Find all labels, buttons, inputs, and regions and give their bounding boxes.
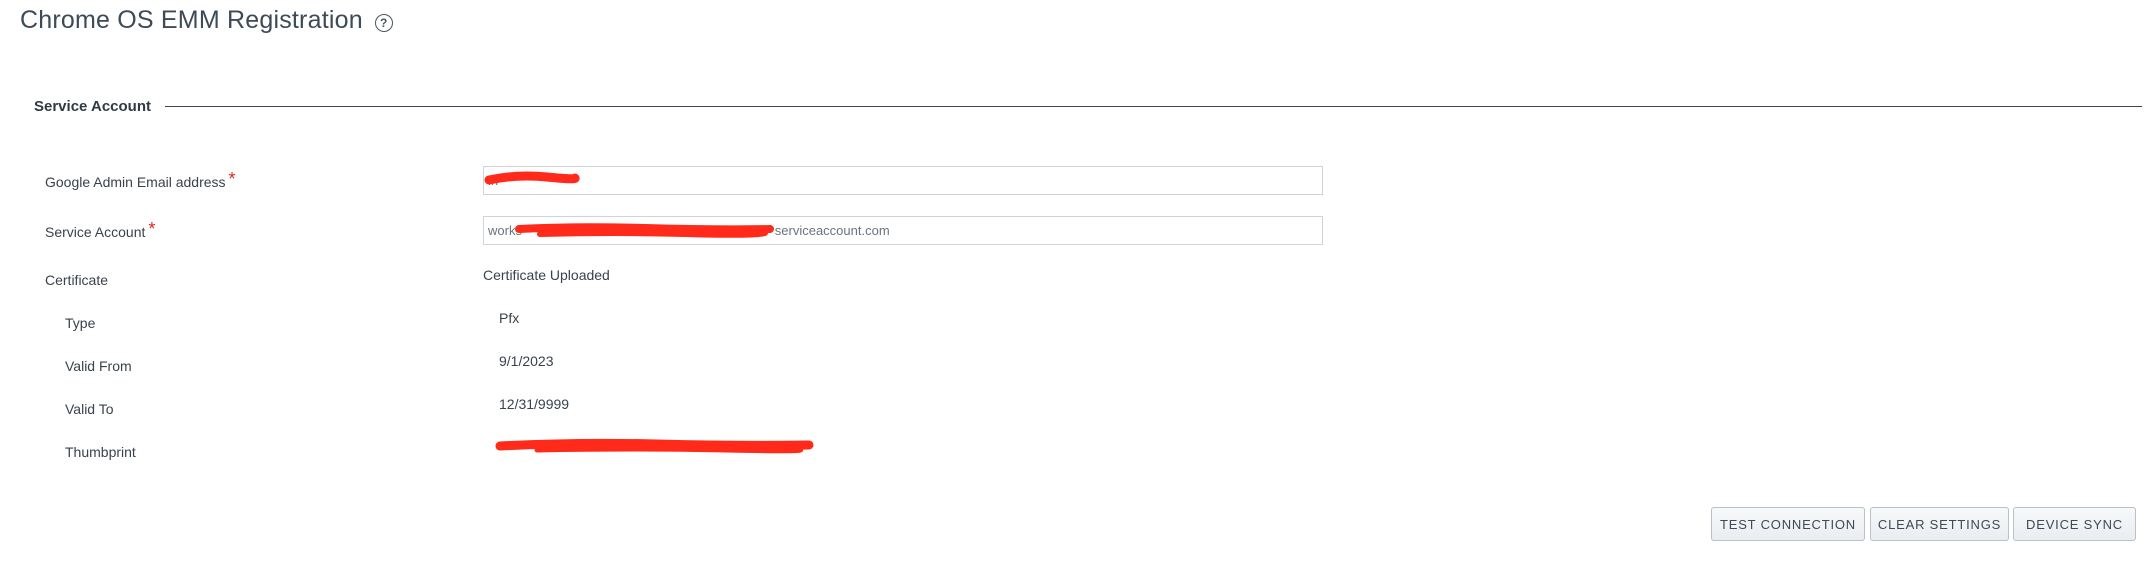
valid-to-label: Valid To [65, 401, 114, 417]
admin-email-label-text: Google Admin Email address [45, 174, 226, 190]
admin-email-field[interactable] [483, 166, 1323, 195]
service-account-label-text: Service Account [45, 224, 146, 240]
valid-from-value: 9/1/2023 [499, 353, 554, 369]
admin-email-label: Google Admin Email address * [45, 169, 236, 192]
redaction-mark [484, 171, 580, 185]
type-label: Type [65, 315, 96, 331]
required-marker: * [148, 219, 156, 239]
test-connection-button[interactable]: TEST CONNECTION [1711, 507, 1865, 541]
section-header: Service Account [34, 98, 2142, 115]
redaction-mark [495, 438, 814, 454]
required-marker: * [228, 169, 236, 189]
help-icon[interactable]: ? [374, 13, 393, 32]
certificate-label: Certificate [45, 272, 109, 288]
certificate-status: Certificate Uploaded [483, 267, 610, 283]
device-sync-button[interactable]: DEVICE SYNC [2013, 507, 2136, 541]
type-value: Pfx [499, 310, 520, 326]
page-header: Chrome OS EMM Registration ? [20, 6, 393, 35]
valid-to-value: 12/31/9999 [499, 396, 570, 412]
section-title: Service Account [34, 98, 151, 115]
section-divider [165, 106, 2142, 107]
clear-settings-button[interactable]: CLEAR SETTINGS [1870, 507, 2009, 541]
admin-email-input[interactable] [488, 173, 1318, 188]
service-account-label: Service Account * [45, 219, 156, 242]
redaction-mark [515, 223, 774, 238]
valid-from-label: Valid From [65, 358, 132, 374]
page-title: Chrome OS EMM Registration [20, 6, 363, 34]
thumbprint-label: Thumbprint [65, 444, 136, 460]
